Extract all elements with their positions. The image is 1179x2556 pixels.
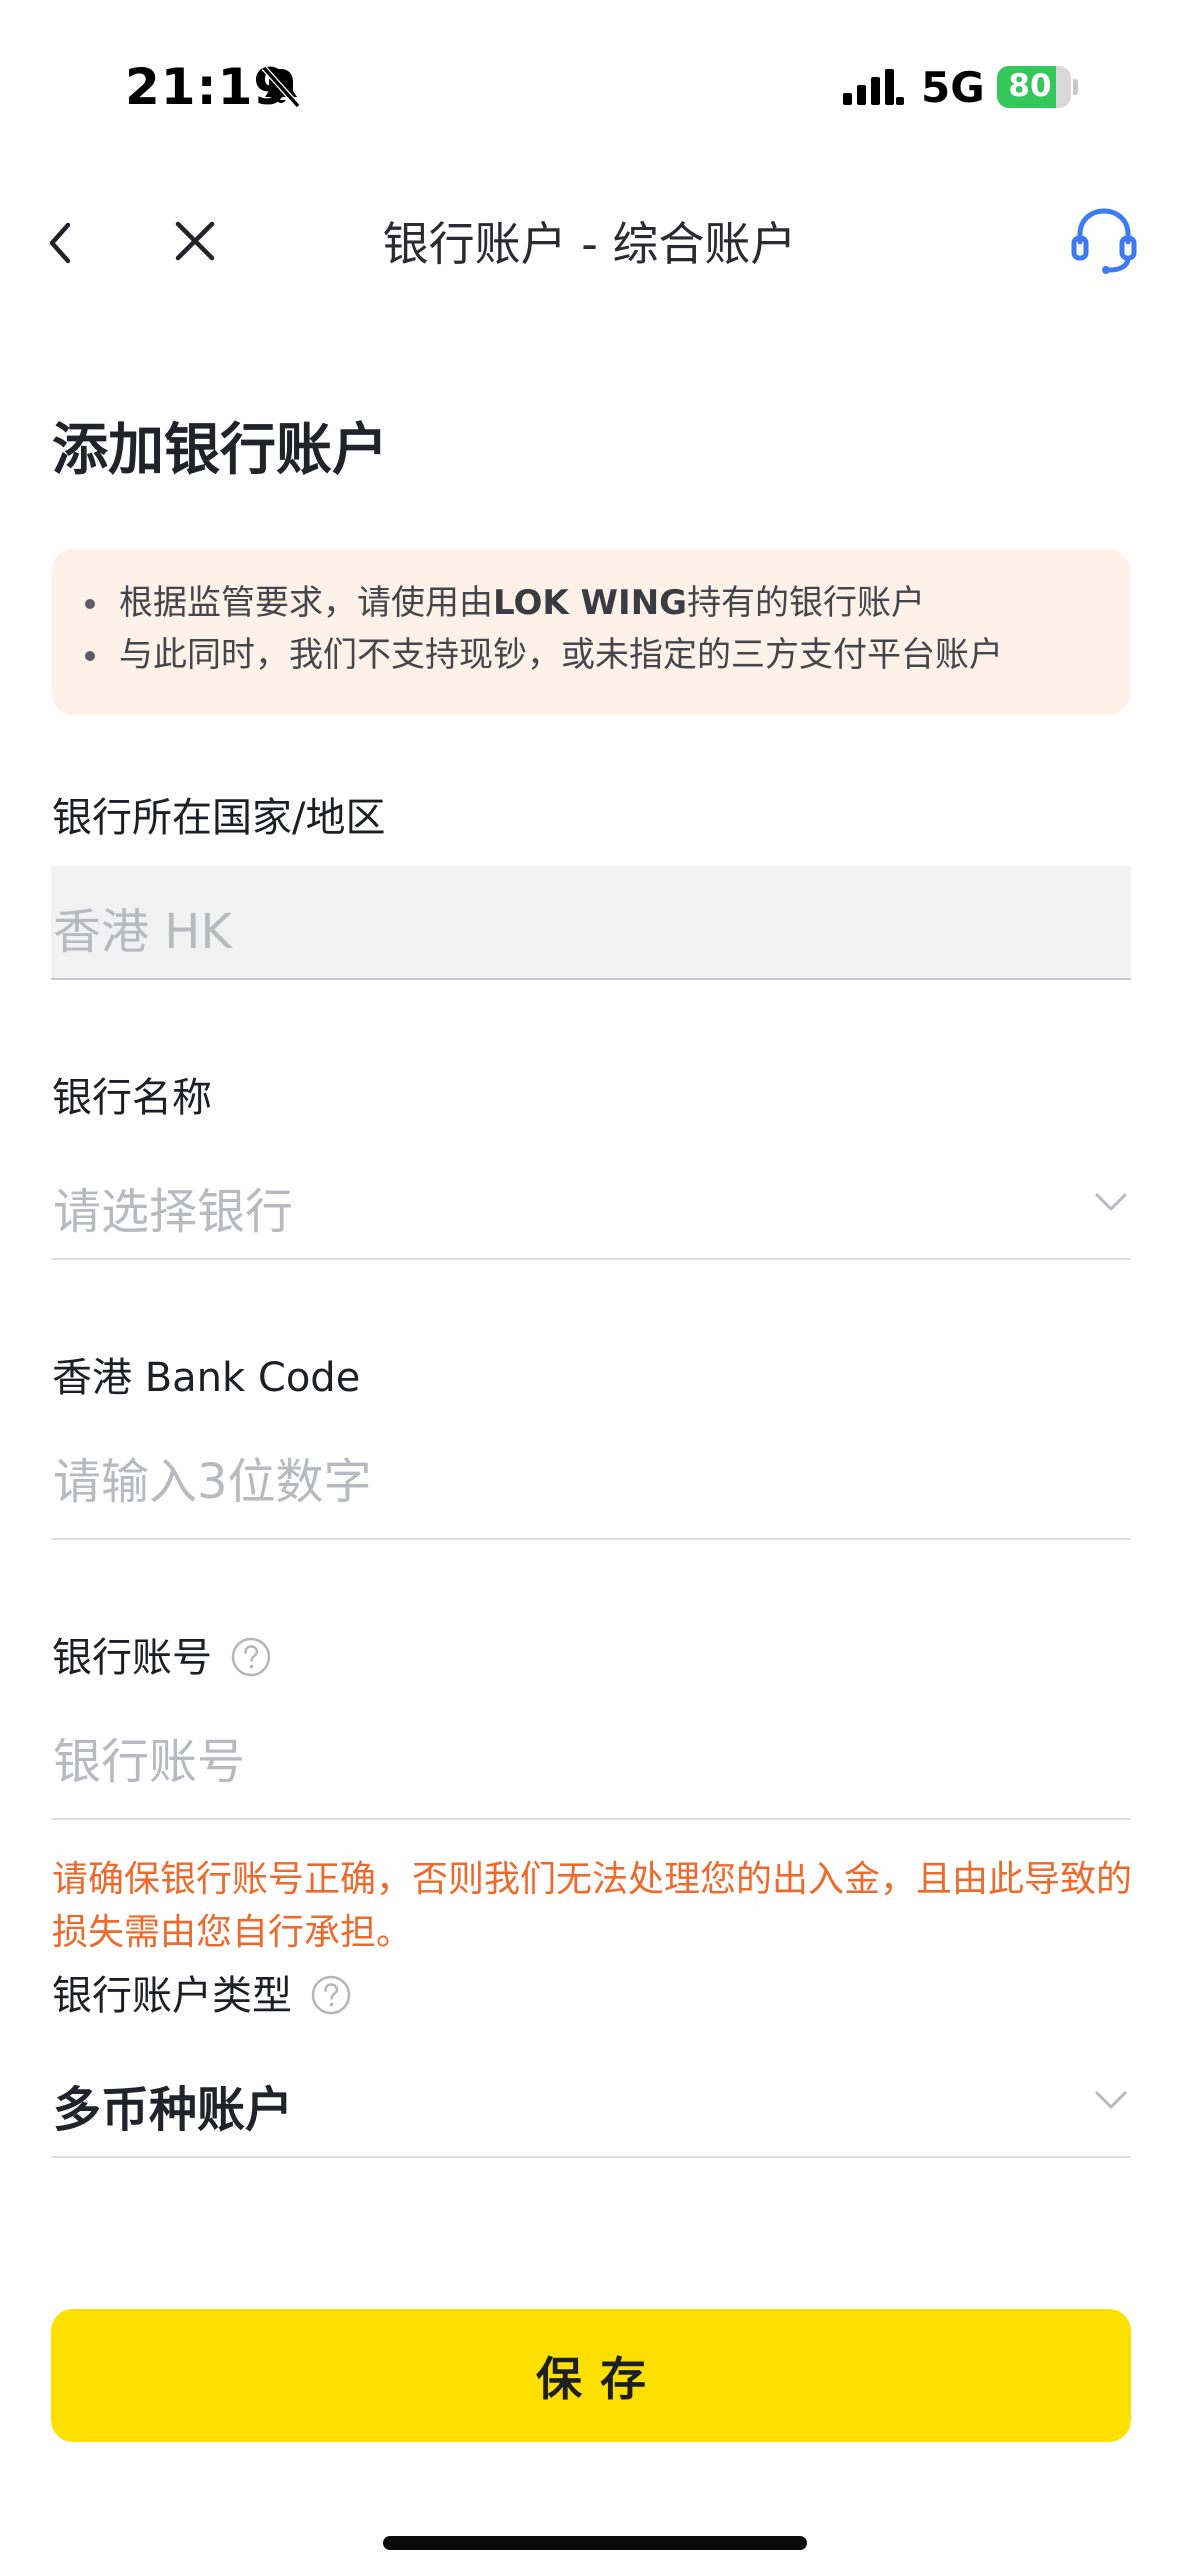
add-bank-account-page: 21:19 5G 80 银行账户 - 综合账户 添加银行账户 根据监管要求，请使…: [0, 0, 1179, 2556]
chevron-down-icon: [1095, 1193, 1127, 1211]
bank-code-label: 香港 Bank Code: [52, 1355, 361, 1401]
country-label: 银行所在国家/地区: [52, 795, 386, 841]
bank-name-placeholder: 请选择银行: [53, 1184, 294, 1240]
notice-item-holder: 根据监管要求，请使用由LOK WING持有的银行账户: [85, 577, 1131, 629]
notice-item-unsupported: 与此同时，我们不支持现钞，或未指定的三方支付平台账户: [85, 629, 1131, 681]
account-number-input[interactable]: [51, 1706, 1131, 1818]
account-number-label: 银行账号: [52, 1625, 272, 1683]
account-type-label: 银行账户类型: [52, 1963, 352, 2021]
regulation-notice: 根据监管要求，请使用由LOK WING持有的银行账户 与此同时，我们不支持现钞，…: [51, 549, 1131, 715]
help-circle-icon[interactable]: [310, 1974, 352, 2016]
country-field: 香港 HK: [51, 866, 1131, 980]
home-indicator[interactable]: [383, 2536, 807, 2550]
headset-support-icon[interactable]: [1070, 204, 1138, 276]
country-value: 香港 HK: [53, 904, 232, 960]
chevron-down-icon: [1095, 2091, 1127, 2109]
account-number-field: [51, 1706, 1131, 1820]
save-button[interactable]: 保存: [51, 2309, 1131, 2442]
bank-name-select[interactable]: 请选择银行: [51, 1146, 1131, 1260]
battery-percent: 80: [1008, 68, 1052, 104]
network-type: 5G: [921, 63, 985, 112]
bell-muted-icon: [261, 65, 301, 109]
battery-indicator: 80: [997, 66, 1078, 108]
bank-code-field: [51, 1426, 1131, 1540]
help-circle-icon[interactable]: [230, 1636, 272, 1678]
account-type-select[interactable]: 多币种账户: [51, 2044, 1131, 2158]
nav-title: 银行账户 - 综合账户: [382, 217, 797, 271]
cellular-signal-icon: [843, 69, 904, 105]
page-heading: 添加银行账户: [52, 418, 388, 483]
account-type-value: 多币种账户: [53, 2082, 294, 2138]
bank-code-input[interactable]: [51, 1426, 1131, 1538]
bank-name-label: 银行名称: [52, 1075, 212, 1121]
account-number-warning: 请确保银行账号正确，否则我们无法处理您的出入金，且由此导致的损失需由您自行承担。: [52, 1859, 1133, 1953]
